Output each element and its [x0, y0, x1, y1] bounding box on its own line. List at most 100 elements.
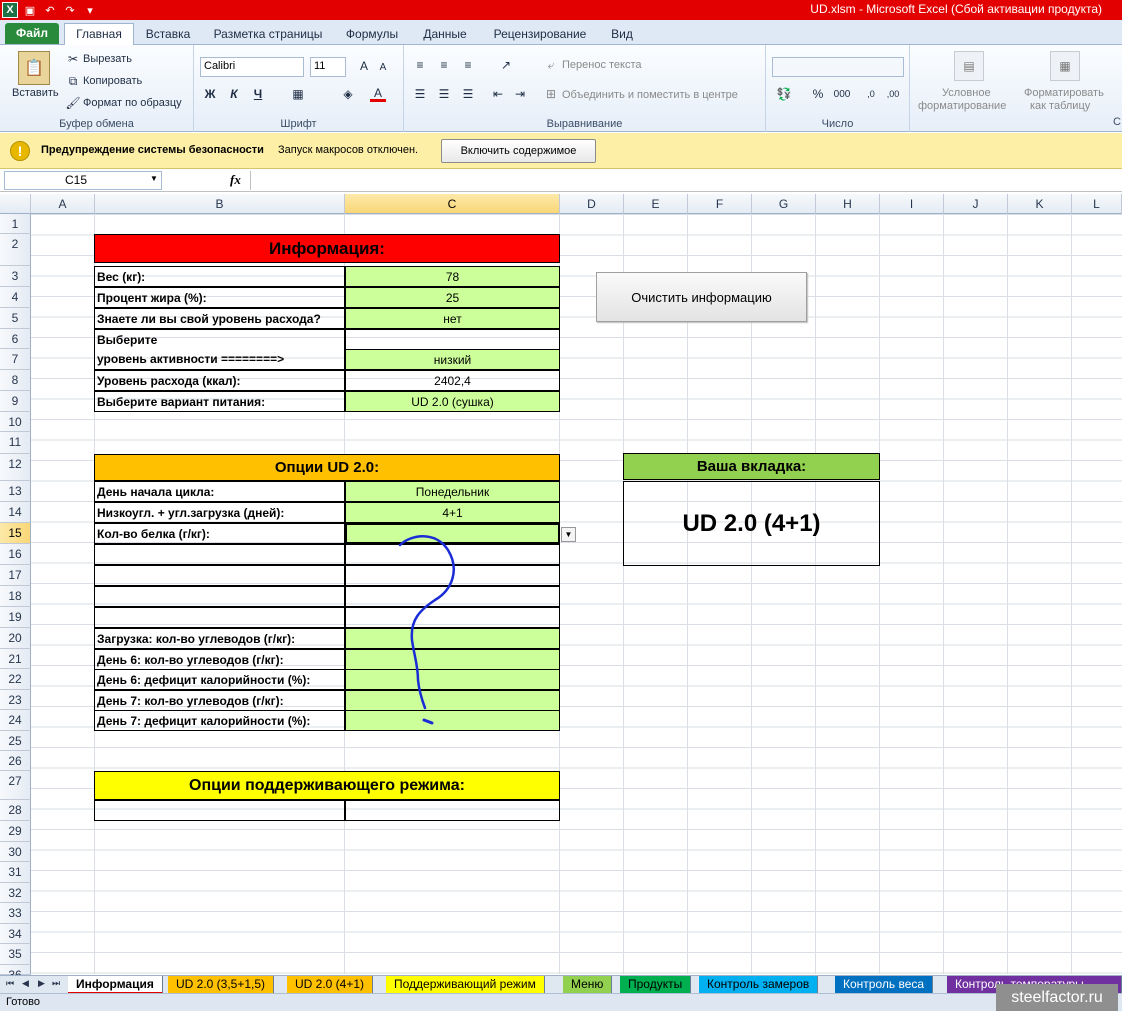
customize-qat-icon[interactable]: ▾: [82, 2, 98, 18]
font-size-box[interactable]: 11: [310, 57, 346, 77]
row-header-35[interactable]: 35: [0, 944, 31, 965]
row-header-3[interactable]: 3: [0, 266, 31, 287]
row-header-10[interactable]: 10: [0, 412, 31, 432]
tab-insert[interactable]: Вставка: [138, 24, 198, 45]
cycle-start-label[interactable]: День начала цикла:: [94, 481, 345, 502]
row-header-19[interactable]: 19: [0, 607, 31, 628]
next-sheet-icon[interactable]: ▶: [38, 978, 45, 989]
wrap-text-icon[interactable]: ⤶: [544, 58, 558, 72]
sheet-tab-info[interactable]: Информация: [68, 976, 163, 994]
day7-deficit-label[interactable]: День 7: дефицит калорийности (%):: [94, 710, 345, 731]
undo-icon[interactable]: ↶: [42, 2, 58, 18]
column-header-f[interactable]: F: [688, 194, 752, 214]
row-header-17[interactable]: 17: [0, 565, 31, 586]
carb-load-days-value[interactable]: 4+1: [345, 502, 560, 523]
conditional-format-line2[interactable]: форматирование: [918, 100, 1006, 112]
day7-carbs-label[interactable]: День 7: кол-во углеводов (г/кг):: [94, 690, 345, 711]
column-header-k[interactable]: K: [1008, 194, 1072, 214]
format-painter-button[interactable]: Формат по образцу: [83, 97, 182, 109]
sheet-tab-products[interactable]: Продукты: [620, 976, 692, 994]
align-right-icon[interactable]: ☰: [460, 86, 476, 102]
column-header-g[interactable]: G: [752, 194, 816, 214]
sheet-tab-support[interactable]: Поддерживающий режим: [386, 976, 545, 994]
format-painter-icon[interactable]: 🖌: [65, 96, 80, 110]
row-header-18[interactable]: 18: [0, 586, 31, 607]
grow-font-icon[interactable]: A: [356, 58, 372, 74]
know-expense-value[interactable]: нет: [345, 308, 560, 329]
align-bottom-icon[interactable]: ≡: [460, 57, 476, 73]
column-header-j[interactable]: J: [944, 194, 1008, 214]
row-header-1[interactable]: 1: [0, 214, 31, 234]
row-header-32[interactable]: 32: [0, 883, 31, 903]
column-header-c[interactable]: C: [345, 194, 560, 214]
enable-content-button[interactable]: Включить содержимое: [441, 139, 596, 163]
row-header-4[interactable]: 4: [0, 287, 31, 308]
tab-review[interactable]: Рецензирование: [484, 24, 596, 45]
column-header-e[interactable]: E: [624, 194, 688, 214]
row-header-7[interactable]: 7: [0, 349, 31, 370]
blank-cell-b18[interactable]: [94, 586, 345, 607]
fat-value[interactable]: 25: [345, 287, 560, 308]
weight-value[interactable]: 78: [345, 266, 560, 287]
row-header-11[interactable]: 11: [0, 432, 31, 454]
prev-sheet-icon[interactable]: ◀: [22, 978, 29, 989]
your-tab-header[interactable]: Ваша вкладка:: [623, 453, 880, 480]
row-header-30[interactable]: 30: [0, 842, 31, 862]
font-color-icon[interactable]: A: [370, 86, 386, 102]
sheet-tab-ud-41[interactable]: UD 2.0 (4+1): [287, 976, 374, 994]
blank-cell-b16[interactable]: [94, 544, 345, 565]
row-header-2[interactable]: 2: [0, 234, 31, 266]
borders-icon[interactable]: ▦: [290, 86, 306, 102]
row-header-16[interactable]: 16: [0, 544, 31, 565]
know-expense-label[interactable]: Знаете ли вы свой уровень расхода?: [94, 308, 345, 329]
fat-label[interactable]: Процент жира (%):: [94, 287, 345, 308]
info-table-header[interactable]: Информация:: [94, 234, 560, 263]
increase-indent-icon[interactable]: ⇥: [512, 86, 528, 102]
last-sheet-icon[interactable]: ⏭: [52, 978, 60, 989]
decrease-decimal-icon[interactable]: ,00: [884, 86, 902, 102]
thousands-button[interactable]: 000: [830, 86, 854, 102]
number-format-box[interactable]: [772, 57, 904, 77]
currency-icon[interactable]: 💱: [774, 86, 794, 102]
align-left-icon[interactable]: ☰: [412, 86, 428, 102]
conditional-format-icon[interactable]: ▤: [954, 51, 984, 81]
save-icon[interactable]: ▣: [22, 2, 38, 18]
plan-value[interactable]: UD 2.0 (сушка): [345, 391, 560, 412]
italic-button[interactable]: К: [226, 86, 242, 102]
name-box[interactable]: C15: [4, 171, 162, 190]
sheet-tab-menu[interactable]: Меню: [563, 976, 613, 994]
row-header-12[interactable]: 12: [0, 454, 31, 481]
format-as-table-icon[interactable]: ▦: [1050, 51, 1080, 81]
orientation-icon[interactable]: ↗: [498, 57, 514, 73]
sheet-tab-ud-35[interactable]: UD 2.0 (3,5+1,5): [168, 976, 275, 994]
redo-icon[interactable]: ↷: [62, 2, 78, 18]
column-header-d[interactable]: D: [560, 194, 624, 214]
row-header-20[interactable]: 20: [0, 628, 31, 649]
day6-carbs-label[interactable]: День 6: кол-во углеводов (г/кг):: [94, 649, 345, 670]
expense-label[interactable]: Уровень расхода (ккал):: [94, 370, 345, 391]
paste-button[interactable]: Вставить: [12, 87, 59, 99]
column-header-i[interactable]: I: [880, 194, 944, 214]
row-header-29[interactable]: 29: [0, 821, 31, 842]
formula-input[interactable]: [250, 171, 1118, 190]
excel-app-icon[interactable]: X: [2, 2, 18, 18]
day6-deficit-label[interactable]: День 6: дефицит калорийности (%):: [94, 669, 345, 690]
format-as-table-line2[interactable]: как таблицу: [1030, 100, 1090, 112]
row-header-22[interactable]: 22: [0, 669, 31, 690]
conditional-format-line1[interactable]: Условное: [942, 87, 991, 99]
insert-function-icon[interactable]: fx: [230, 172, 241, 188]
clear-info-button[interactable]: Очистить информацию: [596, 272, 807, 322]
activity-blank-cell[interactable]: [345, 329, 560, 350]
tab-file[interactable]: Файл: [5, 23, 59, 44]
column-header-l[interactable]: L: [1072, 194, 1122, 214]
tab-home[interactable]: Главная: [64, 23, 134, 45]
align-middle-icon[interactable]: ≡: [436, 57, 452, 73]
align-top-icon[interactable]: ≡: [412, 57, 428, 73]
percent-button[interactable]: %: [810, 86, 826, 102]
bold-button[interactable]: Ж: [202, 86, 218, 102]
sheet-tab-measurements[interactable]: Контроль замеров: [699, 976, 819, 994]
merge-center-icon[interactable]: ⊞: [544, 87, 558, 101]
row-header-27[interactable]: 27: [0, 771, 31, 800]
tab-view[interactable]: Вид: [603, 24, 641, 45]
row-header-36[interactable]: 36: [0, 965, 31, 982]
